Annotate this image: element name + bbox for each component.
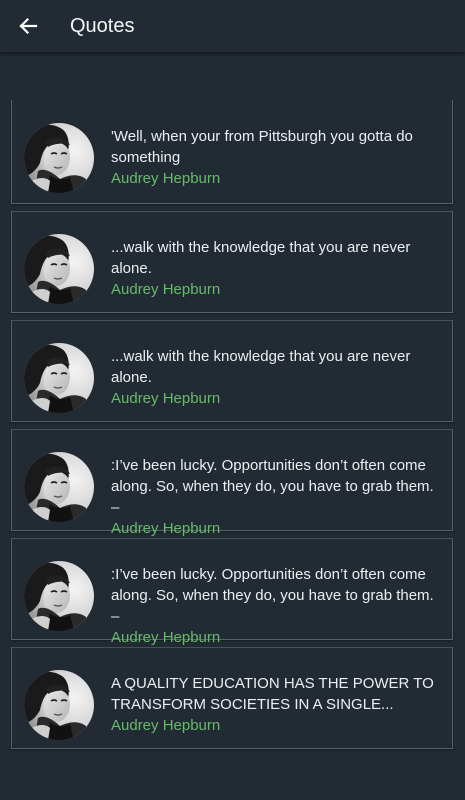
quote-content: ...walk with the knowledge that you are … [111,237,446,300]
quote-card[interactable]: :I’ve been lucky. Opportunities don’t of… [11,538,453,646]
quote-text: ...walk with the knowledge that you are … [111,348,411,386]
back-button[interactable] [10,8,46,44]
quote-text: 'Well, when your from Pittsburgh you got… [111,128,413,166]
author-avatar [24,670,94,740]
page-title: Quotes [70,15,135,37]
quote-author: Audrey Hepburn [111,390,221,407]
quote-content: A QUALITY EDUCATION HAS THE POWER TO TRA… [111,673,446,736]
author-avatar [24,234,94,304]
quote-card[interactable]: ...walk with the knowledge that you are … [11,211,453,313]
quote-author: Audrey Hepburn [111,717,221,734]
author-avatar [24,343,94,413]
quote-card[interactable]: :I’ve been lucky. Opportunities don’t of… [11,429,453,537]
quote-card[interactable]: ...walk with the knowledge that you are … [11,320,453,422]
quote-content: 'Well, when your from Pittsburgh you got… [111,126,446,189]
quote-author: Audrey Hepburn [111,170,221,187]
arrow-back-icon [19,17,38,35]
quote-list: 'Well, when your from Pittsburgh you got… [0,100,465,756]
author-avatar [24,452,94,522]
quote-author: Audrey Hepburn [111,629,221,646]
app-bar: Quotes [0,0,465,52]
quote-card[interactable]: A QUALITY EDUCATION HAS THE POWER TO TRA… [11,647,453,749]
quote-author: Audrey Hepburn [111,520,221,537]
quote-content: :I’ve been lucky. Opportunities don’t of… [111,455,446,539]
author-avatar [24,561,94,631]
quote-text: :I’ve been lucky. Opportunities don’t of… [111,457,434,516]
quote-text: ...walk with the knowledge that you are … [111,239,411,277]
quote-text: A QUALITY EDUCATION HAS THE POWER TO TRA… [111,675,434,713]
author-avatar [24,123,94,193]
quote-card[interactable]: 'Well, when your from Pittsburgh you got… [11,100,453,204]
quote-content: ...walk with the knowledge that you are … [111,346,446,409]
quote-author: Audrey Hepburn [111,281,221,298]
quote-text: :I’ve been lucky. Opportunities don’t of… [111,566,434,625]
quote-content: :I’ve been lucky. Opportunities don’t of… [111,564,446,648]
